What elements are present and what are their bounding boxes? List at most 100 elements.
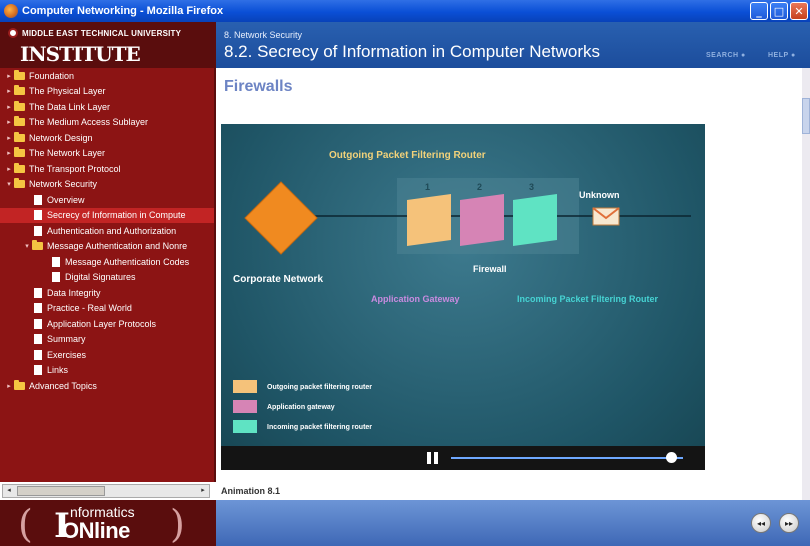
page-icon (34, 194, 42, 205)
tree-item-label: Links (47, 365, 69, 376)
tree-item-label: Application Layer Protocols (47, 318, 157, 329)
tree-item[interactable]: Digital Signatures (0, 270, 214, 286)
firewall-animation[interactable]: Outgoing Packet Filtering Router 1 2 3 U… (221, 124, 705, 469)
tree-item[interactable]: Overview (0, 192, 214, 208)
pause-button[interactable] (427, 452, 439, 464)
close-button[interactable]: ✕ (790, 2, 808, 20)
pause-bar-left (427, 452, 431, 464)
tree-item-label: Overview (47, 194, 85, 205)
tree-item[interactable]: ▸ The Physical Layer (0, 84, 214, 100)
animation-caption: Animation 8.1 (221, 486, 281, 496)
tree-item[interactable]: Application Layer Protocols (0, 316, 214, 332)
scrollbar-thumb[interactable] (802, 98, 810, 134)
expand-right-icon[interactable]: ▸ (4, 72, 14, 80)
next-page-button[interactable]: ▸▸ (779, 513, 799, 533)
tree-item-label: Message Authentication and Nonre (47, 241, 188, 252)
folder-icon (32, 240, 43, 251)
tree-item-label: Network Design (29, 132, 93, 143)
tree-item[interactable]: Authentication and Authorization (0, 223, 214, 239)
app-gateway-shape (460, 194, 504, 246)
firefox-icon (4, 4, 18, 18)
page-icon (34, 334, 42, 345)
tree-item[interactable]: Summary (0, 332, 214, 348)
minimize-button[interactable]: _ (750, 2, 768, 20)
legend-swatch-incoming (233, 420, 257, 433)
expand-right-icon[interactable]: ▸ (4, 87, 14, 95)
tree-item[interactable]: Message Authentication Codes (0, 254, 214, 270)
tree-item[interactable]: ▸ The Medium Access Sublayer (0, 115, 214, 131)
tree-item[interactable]: Practice - Real World (0, 301, 214, 317)
unknown-label: Unknown (579, 190, 620, 200)
page-icon (52, 256, 60, 267)
expand-right-icon[interactable]: ▸ (4, 103, 14, 111)
tree-item[interactable]: ▸ The Data Link Layer (0, 99, 214, 115)
expand-right-icon[interactable]: ▸ (4, 149, 14, 157)
page-icon (52, 272, 60, 283)
corporate-network-diamond (244, 181, 318, 255)
folder-icon (14, 178, 25, 189)
pause-bar-right (434, 452, 438, 464)
tree-item-label: Advanced Topics (29, 380, 97, 391)
expand-right-icon[interactable]: ▸ (4, 165, 14, 173)
course-tree: ▸ Foundation ▸ The Physical Layer ▸ The Data … (0, 68, 216, 482)
tree-item[interactable]: ▸ The Network Layer (0, 146, 214, 162)
expand-right-icon[interactable]: ▸ (4, 134, 14, 142)
expand-right-icon[interactable]: ▸ (4, 382, 14, 390)
page-header: 8. Network Security 8.2. Secrecy of Info… (216, 22, 810, 68)
expand-right-icon[interactable]: ▸ (4, 118, 14, 126)
search-link[interactable]: SEARCH ● (706, 52, 746, 59)
content-vertical-scrollbar[interactable] (802, 68, 810, 500)
folder-icon (14, 379, 25, 390)
tree-item-label: Digital Signatures (65, 272, 136, 283)
expand-down-icon[interactable]: ▾ (4, 180, 14, 188)
animation-progress-track[interactable] (451, 457, 683, 459)
window-title: Computer Networking - Mozilla Firefox (22, 5, 224, 17)
tree-item[interactable]: Links (0, 363, 214, 379)
previous-page-button[interactable]: ◂◂ (751, 513, 771, 533)
scroll-right-icon[interactable]: ▸ (198, 486, 208, 496)
router-number-1: 1 (425, 182, 431, 192)
page-icon (34, 365, 42, 376)
help-link[interactable]: HELP ● (768, 52, 796, 59)
firewall-label: Firewall (473, 264, 507, 274)
tree-horizontal-scrollbar[interactable]: ◂ ▸ (2, 484, 210, 498)
tree-item[interactable]: Secrecy of Information in Compute (0, 207, 214, 223)
folder-icon (14, 147, 25, 158)
tree-item[interactable]: ▾ Network Security (0, 177, 214, 193)
tree-item-label: Practice - Real World (47, 303, 132, 314)
router-number-2: 2 (477, 182, 483, 192)
tree-item[interactable]: ▾ Message Authentication and Nonre (0, 239, 214, 255)
tree-item-label: Message Authentication Codes (65, 256, 190, 267)
page-icon (34, 318, 42, 329)
university-header: MIDDLE EAST TECHNICAL UNIVERSITY INSTITU… (0, 22, 216, 68)
tree-item-label: Exercises (47, 349, 87, 360)
folder-icon (14, 162, 25, 173)
scrollbar-thumb[interactable] (17, 486, 105, 496)
logo-right-paren: ) (170, 502, 185, 546)
university-name: MIDDLE EAST TECHNICAL UNIVERSITY (22, 28, 182, 38)
tree-item[interactable]: ▸ Network Design (0, 130, 214, 146)
tree-item-label: The Medium Access Sublayer (29, 117, 149, 128)
tree-item[interactable]: Exercises (0, 347, 214, 363)
legend-label-incoming: Incoming packet filtering router (267, 424, 373, 431)
animation-progress-knob[interactable] (666, 452, 678, 463)
expand-down-icon[interactable]: ▾ (22, 242, 32, 250)
scroll-left-icon[interactable]: ◂ (4, 486, 14, 496)
animation-diagram (244, 178, 691, 255)
tree-item[interactable]: Data Integrity (0, 285, 214, 301)
folder-icon (14, 69, 25, 80)
page-icon (34, 210, 42, 221)
legend-label-app-gateway: Application gateway (267, 404, 335, 411)
tree-item[interactable]: ▸ Advanced Topics (0, 378, 214, 394)
outgoing-router-title: Outgoing Packet Filtering Router (329, 150, 486, 161)
tree-item[interactable]: ▸ Foundation (0, 68, 214, 84)
page-icon (34, 349, 42, 360)
folder-icon (14, 85, 25, 96)
outgoing-router-shape (407, 194, 451, 246)
university-line: MIDDLE EAST TECHNICAL UNIVERSITY (8, 28, 181, 38)
search-label: SEARCH (706, 52, 739, 59)
section-label: 8. Network Security (224, 30, 303, 40)
tree-item[interactable]: ▸ The Transport Protocol (0, 161, 214, 177)
informatics-online-logo: ( I nformatics ONline ) (0, 500, 216, 546)
maximize-button[interactable]: □ (770, 2, 788, 20)
